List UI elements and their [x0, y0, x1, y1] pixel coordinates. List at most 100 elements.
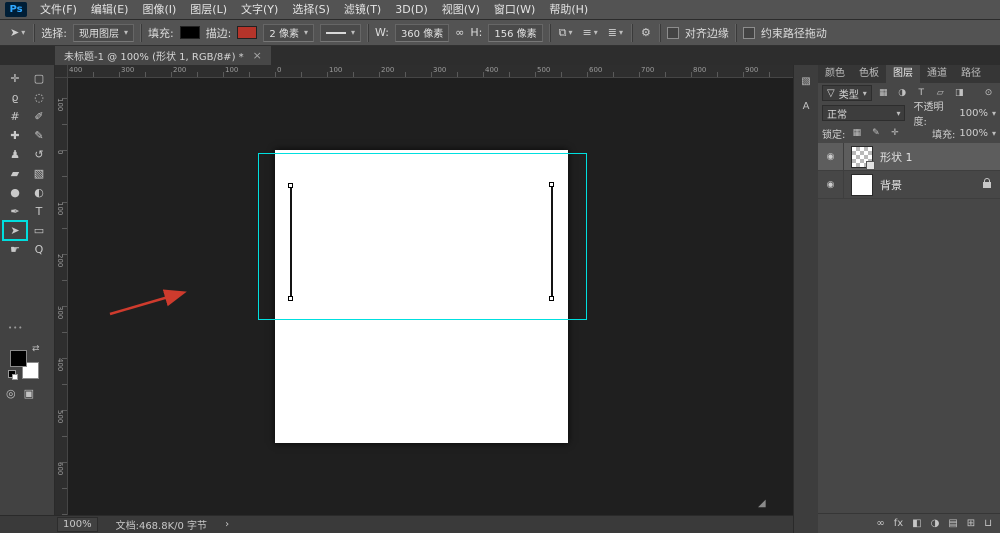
move-tool-icon[interactable]: ✛ [3, 69, 27, 88]
path-operations-button[interactable]: ⧉ ▾ [557, 26, 575, 40]
select-mode-label: 选择: [41, 25, 67, 41]
menu-view[interactable]: 视图(V) [435, 0, 487, 20]
pen-tool-icon[interactable]: ✒ [3, 202, 27, 221]
filter-toggle-icon[interactable]: ⊙ [981, 86, 996, 100]
path-selection-tool-icon[interactable]: ➤ [3, 221, 27, 240]
lock-pixels-icon[interactable]: ✎ [868, 126, 883, 140]
link-layers-icon[interactable]: ∞ [876, 518, 884, 529]
stroke-type-dropdown[interactable]: ▾ [320, 24, 361, 42]
quick-mask-icon[interactable]: ◎ [6, 387, 16, 400]
filter-adjustment-layers-icon[interactable]: ◑ [895, 86, 910, 100]
character-panel-icon[interactable]: A [797, 97, 815, 115]
fill-opacity-value[interactable]: 100% [959, 128, 988, 139]
healing-brush-tool-icon[interactable]: ✚ [3, 126, 27, 145]
menu-3d[interactable]: 3D(D) [388, 0, 435, 20]
gradient-tool-icon[interactable]: ▧ [27, 164, 51, 183]
zoom-level-field[interactable]: 100% [57, 517, 98, 532]
height-input[interactable]: 156 像素 [488, 24, 542, 42]
new-layer-icon[interactable]: ⊞ [967, 518, 975, 529]
settings-button[interactable]: ⚙ [639, 26, 653, 39]
menu-select[interactable]: 选择(S) [285, 0, 337, 20]
ruler-label: 300 [121, 66, 134, 74]
properties-panel-icon[interactable]: ▧ [797, 72, 815, 90]
filter-pixel-layers-icon[interactable]: ▦ [876, 86, 891, 100]
visibility-eye-icon[interactable]: ◉ [818, 171, 844, 198]
lock-transparency-icon[interactable]: ▦ [849, 126, 864, 140]
link-dimensions-icon[interactable]: ∞ [455, 26, 464, 39]
lasso-tool-icon[interactable]: ϱ [3, 88, 27, 107]
opacity-value[interactable]: 100% [959, 108, 988, 119]
dodge-tool-icon[interactable]: ◐ [27, 183, 51, 202]
swap-colors-icon[interactable]: ⇄ [32, 344, 40, 354]
blur-tool-icon[interactable]: ● [3, 183, 27, 202]
close-icon[interactable]: × [253, 49, 262, 62]
clone-stamp-tool-icon[interactable]: ♟ [3, 145, 27, 164]
menu-type[interactable]: 文字(Y) [234, 0, 285, 20]
blend-mode-dropdown[interactable]: 正常 ▾ [822, 105, 905, 121]
eraser-tool-icon[interactable]: ▰ [3, 164, 27, 183]
delete-layer-icon[interactable]: ⊔ [984, 518, 992, 529]
path-alignment-button[interactable]: ≡ ▾ [581, 26, 600, 39]
brush-tool-icon[interactable]: ✎ [27, 126, 51, 145]
crop-tool-icon[interactable]: # [3, 107, 27, 126]
menu-help[interactable]: 帮助(H) [542, 0, 595, 20]
layer-effects-icon[interactable]: fx [894, 518, 903, 529]
menu-layer[interactable]: 图层(L) [183, 0, 234, 20]
horizontal-ruler[interactable]: 400 300 200 100 0 100 200 300 400 500 60… [68, 65, 793, 78]
edit-toolbar-icon[interactable]: ••• [8, 324, 23, 332]
quick-selection-tool-icon[interactable]: ◌ [27, 88, 51, 107]
screen-mode-icon[interactable]: ▣ [24, 387, 34, 400]
width-input[interactable]: 360 像素 [395, 24, 449, 42]
lock-position-icon[interactable]: ✛ [887, 126, 902, 140]
fill-color-swatch[interactable] [180, 26, 200, 39]
layer-group-icon[interactable]: ▤ [948, 518, 957, 529]
chevron-down-icon: ▾ [304, 28, 308, 37]
ruler-label: 500 [56, 410, 64, 423]
tool-preset-picker[interactable]: ➤ ▾ [8, 26, 27, 39]
align-edges-checkbox[interactable] [667, 27, 679, 39]
document-tab[interactable]: 未标题-1 @ 100% (形状 1, RGB/8#) * × [55, 46, 271, 65]
menu-window[interactable]: 窗口(W) [487, 0, 542, 20]
tab-swatches[interactable]: 色板 [852, 65, 886, 83]
hand-tool-icon[interactable]: ☛ [3, 240, 27, 259]
select-mode-dropdown[interactable]: 现用图层 ▾ [73, 24, 134, 42]
type-tool-icon[interactable]: T [27, 202, 51, 221]
stroke-color-swatch[interactable] [237, 26, 257, 39]
foreground-color-swatch[interactable] [10, 350, 27, 367]
lock-label: 锁定: [822, 126, 845, 141]
layer-name[interactable]: 背景 [880, 177, 902, 193]
zoom-tool-icon[interactable]: Q [27, 240, 51, 259]
layer-thumbnail[interactable] [851, 174, 873, 196]
default-colors-icon[interactable] [8, 370, 16, 378]
menu-file[interactable]: 文件(F) [33, 0, 84, 20]
layer-thumbnail[interactable] [851, 146, 873, 168]
layer-mask-icon[interactable]: ◧ [912, 518, 921, 529]
tab-layers[interactable]: 图层 [886, 65, 920, 83]
layer-name[interactable]: 形状 1 [880, 149, 913, 165]
status-options-chevron[interactable]: › [225, 519, 229, 530]
layer-row-background[interactable]: ◉ 背景 [818, 171, 1000, 199]
tab-color[interactable]: 颜色 [818, 65, 852, 83]
ruler-origin-corner[interactable] [55, 65, 68, 78]
menu-image[interactable]: 图像(I) [135, 0, 183, 20]
ruler-label: 300 [433, 66, 446, 74]
shape-tool-icon[interactable]: ▭ [27, 221, 51, 240]
marquee-tool-icon[interactable]: ▢ [27, 69, 51, 88]
current-tool-icon: ➤ [10, 26, 19, 39]
tab-paths[interactable]: 路径 [954, 65, 988, 83]
layer-row-shape1[interactable]: ◉ 形状 1 [818, 143, 1000, 171]
tab-channels[interactable]: 通道 [920, 65, 954, 83]
vertical-ruler[interactable]: 100 0 100 200 300 400 500 600 [55, 78, 68, 515]
height-label: H: [470, 26, 482, 39]
adjustment-layer-icon[interactable]: ◑ [931, 518, 940, 529]
stroke-width-dropdown[interactable]: 2 像素 ▾ [263, 24, 314, 42]
menu-filter[interactable]: 滤镜(T) [337, 0, 388, 20]
constrain-path-checkbox[interactable] [743, 27, 755, 39]
path-arrangement-button[interactable]: ≣ ▾ [606, 26, 625, 39]
menu-edit[interactable]: 编辑(E) [84, 0, 136, 20]
filter-kind-dropdown[interactable]: ▽ 类型 ▾ [822, 85, 872, 101]
history-brush-tool-icon[interactable]: ↺ [27, 145, 51, 164]
resize-grip-icon[interactable]: ◢ [758, 498, 766, 509]
eyedropper-tool-icon[interactable]: ✐ [27, 107, 51, 126]
visibility-eye-icon[interactable]: ◉ [818, 143, 844, 170]
